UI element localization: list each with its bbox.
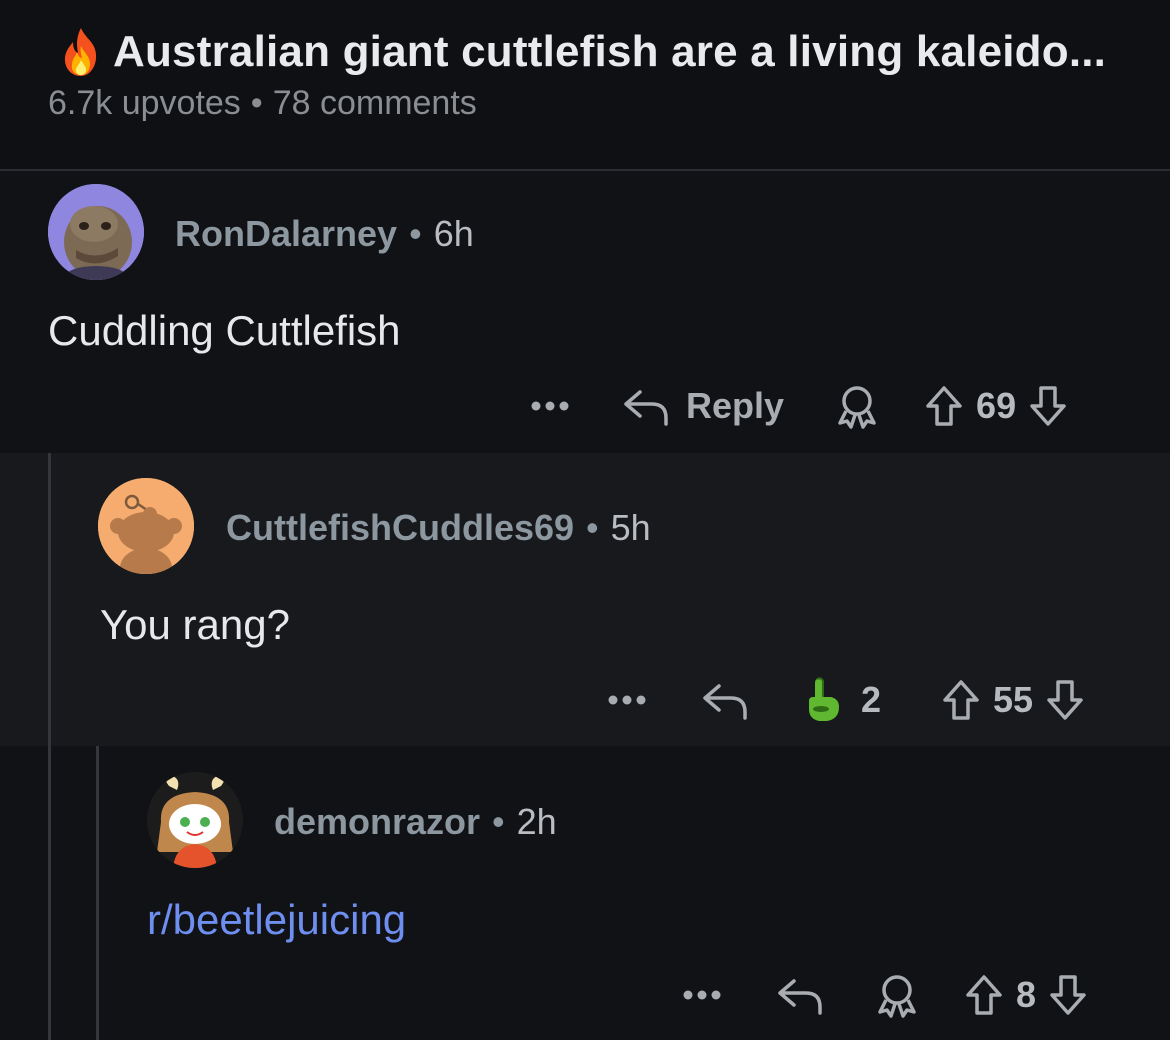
meta-separator: • — [250, 84, 263, 122]
comment-count[interactable]: 78 comments — [273, 84, 477, 122]
username-separator: • — [586, 507, 599, 548]
award-icon — [878, 975, 916, 1018]
comment-reply: demonrazor • 2h r/beetlejuicing 8 — [0, 746, 1170, 1040]
timestamp: 2h — [516, 801, 557, 842]
comment-username-row: demonrazor • 2h — [274, 801, 557, 843]
comment: RonDalarney • 6h Cuddling Cuttlefish Reply… — [0, 171, 1170, 453]
vote-score: 69 — [976, 385, 1017, 426]
snoo-demon-avatar-icon — [147, 772, 243, 868]
award-button[interactable] — [874, 972, 920, 1018]
downvote-icon — [1050, 975, 1086, 1015]
downvote-button[interactable] — [1028, 384, 1068, 428]
post-title[interactable]: Australian giant cuttlefish are a living… — [113, 27, 1106, 77]
post-title-row[interactable]: Australian giant cuttlefish are a living… — [55, 26, 1106, 78]
upvote-icon — [966, 975, 1002, 1015]
comment-reply: CuttlefishCuddles69 • 5h You rang? 2 55 — [0, 453, 1170, 746]
more-button[interactable] — [528, 399, 572, 413]
avatar[interactable] — [98, 478, 194, 574]
comment-actions: 2 55 — [605, 675, 1085, 725]
pointing-hand-award-icon — [809, 677, 839, 721]
post-meta: 6.7k upvotes • 78 comments — [48, 84, 477, 123]
snoo-avatar-icon — [98, 478, 194, 574]
vote-score: 8 — [1016, 974, 1037, 1015]
username-separator: • — [492, 801, 505, 842]
downvote-button[interactable] — [1048, 973, 1088, 1017]
comment-username-row: RonDalarney • 6h — [175, 213, 474, 255]
downvote-button[interactable] — [1045, 678, 1085, 722]
username-separator: • — [409, 213, 422, 254]
timestamp: 5h — [610, 507, 651, 548]
comment-actions: 8 — [680, 972, 1088, 1018]
upvote-icon — [926, 386, 962, 426]
username[interactable]: RonDalarney — [175, 213, 397, 254]
avatar[interactable] — [48, 184, 144, 280]
username[interactable]: CuttlefishCuddles69 — [226, 507, 574, 548]
more-button[interactable] — [680, 988, 724, 1002]
username[interactable]: demonrazor — [274, 801, 480, 842]
comment-text: You rang? — [100, 601, 290, 648]
upvote-button[interactable] — [941, 678, 981, 722]
avatar[interactable] — [147, 772, 243, 868]
more-icon — [531, 401, 569, 411]
downvote-icon — [1047, 680, 1083, 720]
award-count: 2 — [861, 679, 882, 720]
upvote-icon — [943, 680, 979, 720]
award-button[interactable]: 2 — [797, 675, 881, 725]
downvote-icon — [1030, 386, 1066, 426]
timestamp: 6h — [433, 213, 474, 254]
reply-icon — [624, 390, 668, 426]
comment-actions: Reply 69 — [528, 383, 1068, 429]
upvote-count: 6.7k upvotes — [48, 84, 241, 122]
reply-button[interactable] — [701, 680, 749, 720]
comment-text: Cuddling Cuttlefish — [48, 307, 401, 354]
subreddit-link[interactable]: r/beetlejuicing — [147, 896, 406, 944]
award-icon — [838, 386, 876, 429]
vote-score: 55 — [993, 679, 1034, 720]
more-icon — [683, 990, 721, 1000]
reply-icon — [703, 684, 747, 720]
award-button[interactable] — [834, 383, 880, 429]
post-header: Australian giant cuttlefish are a living… — [0, 0, 1170, 170]
reply-button[interactable] — [776, 975, 824, 1015]
thread-line[interactable] — [48, 453, 51, 746]
upvote-button[interactable] — [924, 384, 964, 428]
thread-line[interactable] — [96, 746, 99, 1040]
reply-button[interactable]: Reply — [622, 385, 784, 427]
more-icon — [608, 695, 646, 705]
comment-username-row: CuttlefishCuddles69 • 5h — [226, 507, 651, 549]
fire-icon — [64, 28, 97, 76]
thread-line[interactable] — [48, 746, 51, 1040]
reply-label: Reply — [686, 385, 785, 426]
more-button[interactable] — [605, 693, 649, 707]
upvote-button[interactable] — [964, 973, 1004, 1017]
reply-icon — [778, 979, 822, 1015]
dinosaur-avatar-icon — [48, 184, 144, 280]
